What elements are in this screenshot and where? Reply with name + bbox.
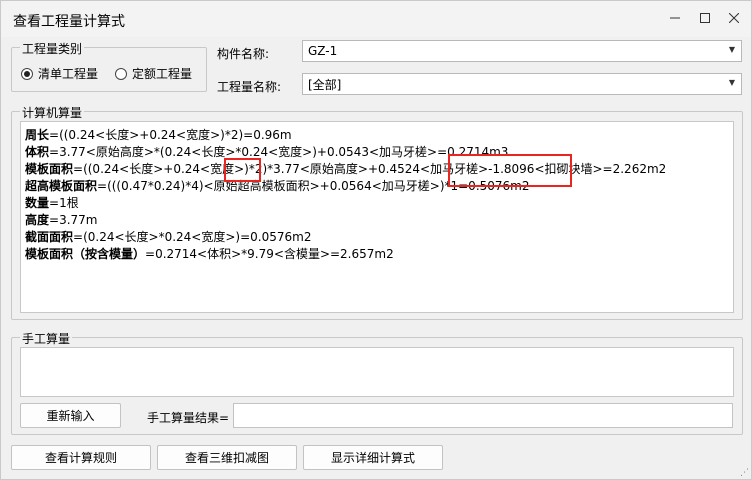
- calc-line: 模板面积（按含模量）=0.2714<体积>*9.79<含模量>=2.657m2: [25, 246, 729, 263]
- radio-list-quantity-label: 清单工程量: [38, 67, 99, 81]
- resize-grip-icon[interactable]: ⋰: [740, 468, 749, 478]
- calc-line-expr: =(0.24<长度>*0.24<宽度>)=0.0576m2: [73, 230, 312, 244]
- radio-quota-quantity[interactable]: 定额工程量: [115, 65, 192, 82]
- highlight-box-deduct-wall: [448, 154, 572, 187]
- calc-line: 高度=3.77m: [25, 212, 729, 229]
- maximize-button[interactable]: [693, 7, 717, 29]
- calc-line-name: 体积: [25, 145, 50, 159]
- manual-result-label: 手工算量结果=: [147, 411, 230, 425]
- radio-selected-dot-icon: [24, 70, 30, 77]
- manual-calc-legend: 手工算量: [20, 330, 73, 347]
- calc-line-name: 截面面积: [25, 230, 74, 244]
- calc-line: 周长=((0.24<长度>+0.24<宽度>)*2)=0.96m: [25, 127, 729, 144]
- calc-line-expr: =((0.24<长度>+0.24<宽度>)*2)*3.77<原始高度>+0.45…: [73, 162, 667, 176]
- manual-calc-input[interactable]: [20, 347, 734, 397]
- quantity-name-select[interactable]: [全部] ▼: [302, 73, 742, 95]
- computer-calc-legend: 计算机算量: [20, 104, 85, 121]
- dialog-window: 查看工程量计算式 工程量类别 清单工程量 定额工程量 构件名称: GZ-1 ▼ …: [0, 0, 752, 480]
- component-name-label: 构件名称:: [217, 47, 270, 61]
- radio-circle-icon: [21, 67, 33, 80]
- calc-line: 截面面积=(0.24<长度>*0.24<宽度>)=0.0576m2: [25, 229, 729, 246]
- show-details-button[interactable]: 显示详细计算式: [303, 445, 443, 470]
- calc-line-name: 模板面积（按含模量）: [25, 247, 146, 261]
- minimize-icon: [670, 17, 680, 19]
- close-icon: [729, 13, 739, 23]
- calc-line: 超高模板面积=(((0.47*0.24)*4)<原始超高模板面积>+0.0564…: [25, 178, 729, 195]
- manual-result-field[interactable]: [233, 403, 733, 428]
- calc-line-expr: =3.77<原始高度>*(0.24<长度>*0.24<宽度>)+0.0543<加…: [49, 145, 509, 159]
- close-button[interactable]: [722, 7, 746, 29]
- quantity-category-legend: 工程量类别: [20, 40, 85, 57]
- calc-line-name: 数量: [25, 196, 50, 210]
- radio-quota-quantity-label: 定额工程量: [132, 67, 193, 81]
- component-name-value: GZ-1: [308, 44, 338, 58]
- calc-line-name: 周长: [25, 128, 50, 142]
- view-rules-button[interactable]: 查看计算规则: [11, 445, 151, 470]
- radio-circle-icon: [115, 67, 127, 80]
- view-3d-deduction-label: 查看三维扣减图: [184, 451, 269, 465]
- calc-line: 体积=3.77<原始高度>*(0.24<长度>*0.24<宽度>)+0.0543…: [25, 144, 729, 161]
- calc-line-expr: =0.2714<体积>*9.79<含模量>=2.657m2: [145, 247, 394, 261]
- maximize-icon: [700, 13, 710, 23]
- calc-line-name: 模板面积: [25, 162, 74, 176]
- title-bar: 查看工程量计算式: [1, 1, 751, 37]
- quantity-name-label: 工程量名称:: [217, 80, 282, 94]
- calc-line: 模板面积=((0.24<长度>+0.24<宽度>)*2)*3.77<原始高度>+…: [25, 161, 729, 178]
- show-details-label: 显示详细计算式: [330, 451, 415, 465]
- view-rules-label: 查看计算规则: [44, 451, 117, 465]
- reinput-button-label: 重新输入: [46, 409, 95, 423]
- view-3d-deduction-button[interactable]: 查看三维扣减图: [157, 445, 297, 470]
- chevron-down-icon: ▼: [728, 78, 735, 87]
- calc-line-expr: =((0.24<长度>+0.24<宽度>)*2)=0.96m: [49, 128, 292, 142]
- component-name-select[interactable]: GZ-1 ▼: [302, 40, 742, 62]
- reinput-button[interactable]: 重新输入: [20, 403, 121, 428]
- minimize-button[interactable]: [663, 7, 687, 29]
- calc-line-expr: =1根: [49, 196, 79, 210]
- chevron-down-icon: ▼: [728, 45, 735, 54]
- quantity-name-value: [全部]: [308, 77, 342, 92]
- highlight-box-multiplier: [224, 158, 261, 182]
- calc-line-name: 高度: [25, 213, 50, 227]
- calc-line-expr: =3.77m: [49, 213, 98, 227]
- calc-line-name: 超高模板面积: [25, 179, 98, 193]
- computer-calc-text[interactable]: 周长=((0.24<长度>+0.24<宽度>)*2)=0.96m 体积=3.77…: [20, 121, 734, 313]
- window-title: 查看工程量计算式: [13, 14, 125, 30]
- radio-list-quantity[interactable]: 清单工程量: [21, 65, 98, 82]
- calc-line: 数量=1根: [25, 195, 729, 212]
